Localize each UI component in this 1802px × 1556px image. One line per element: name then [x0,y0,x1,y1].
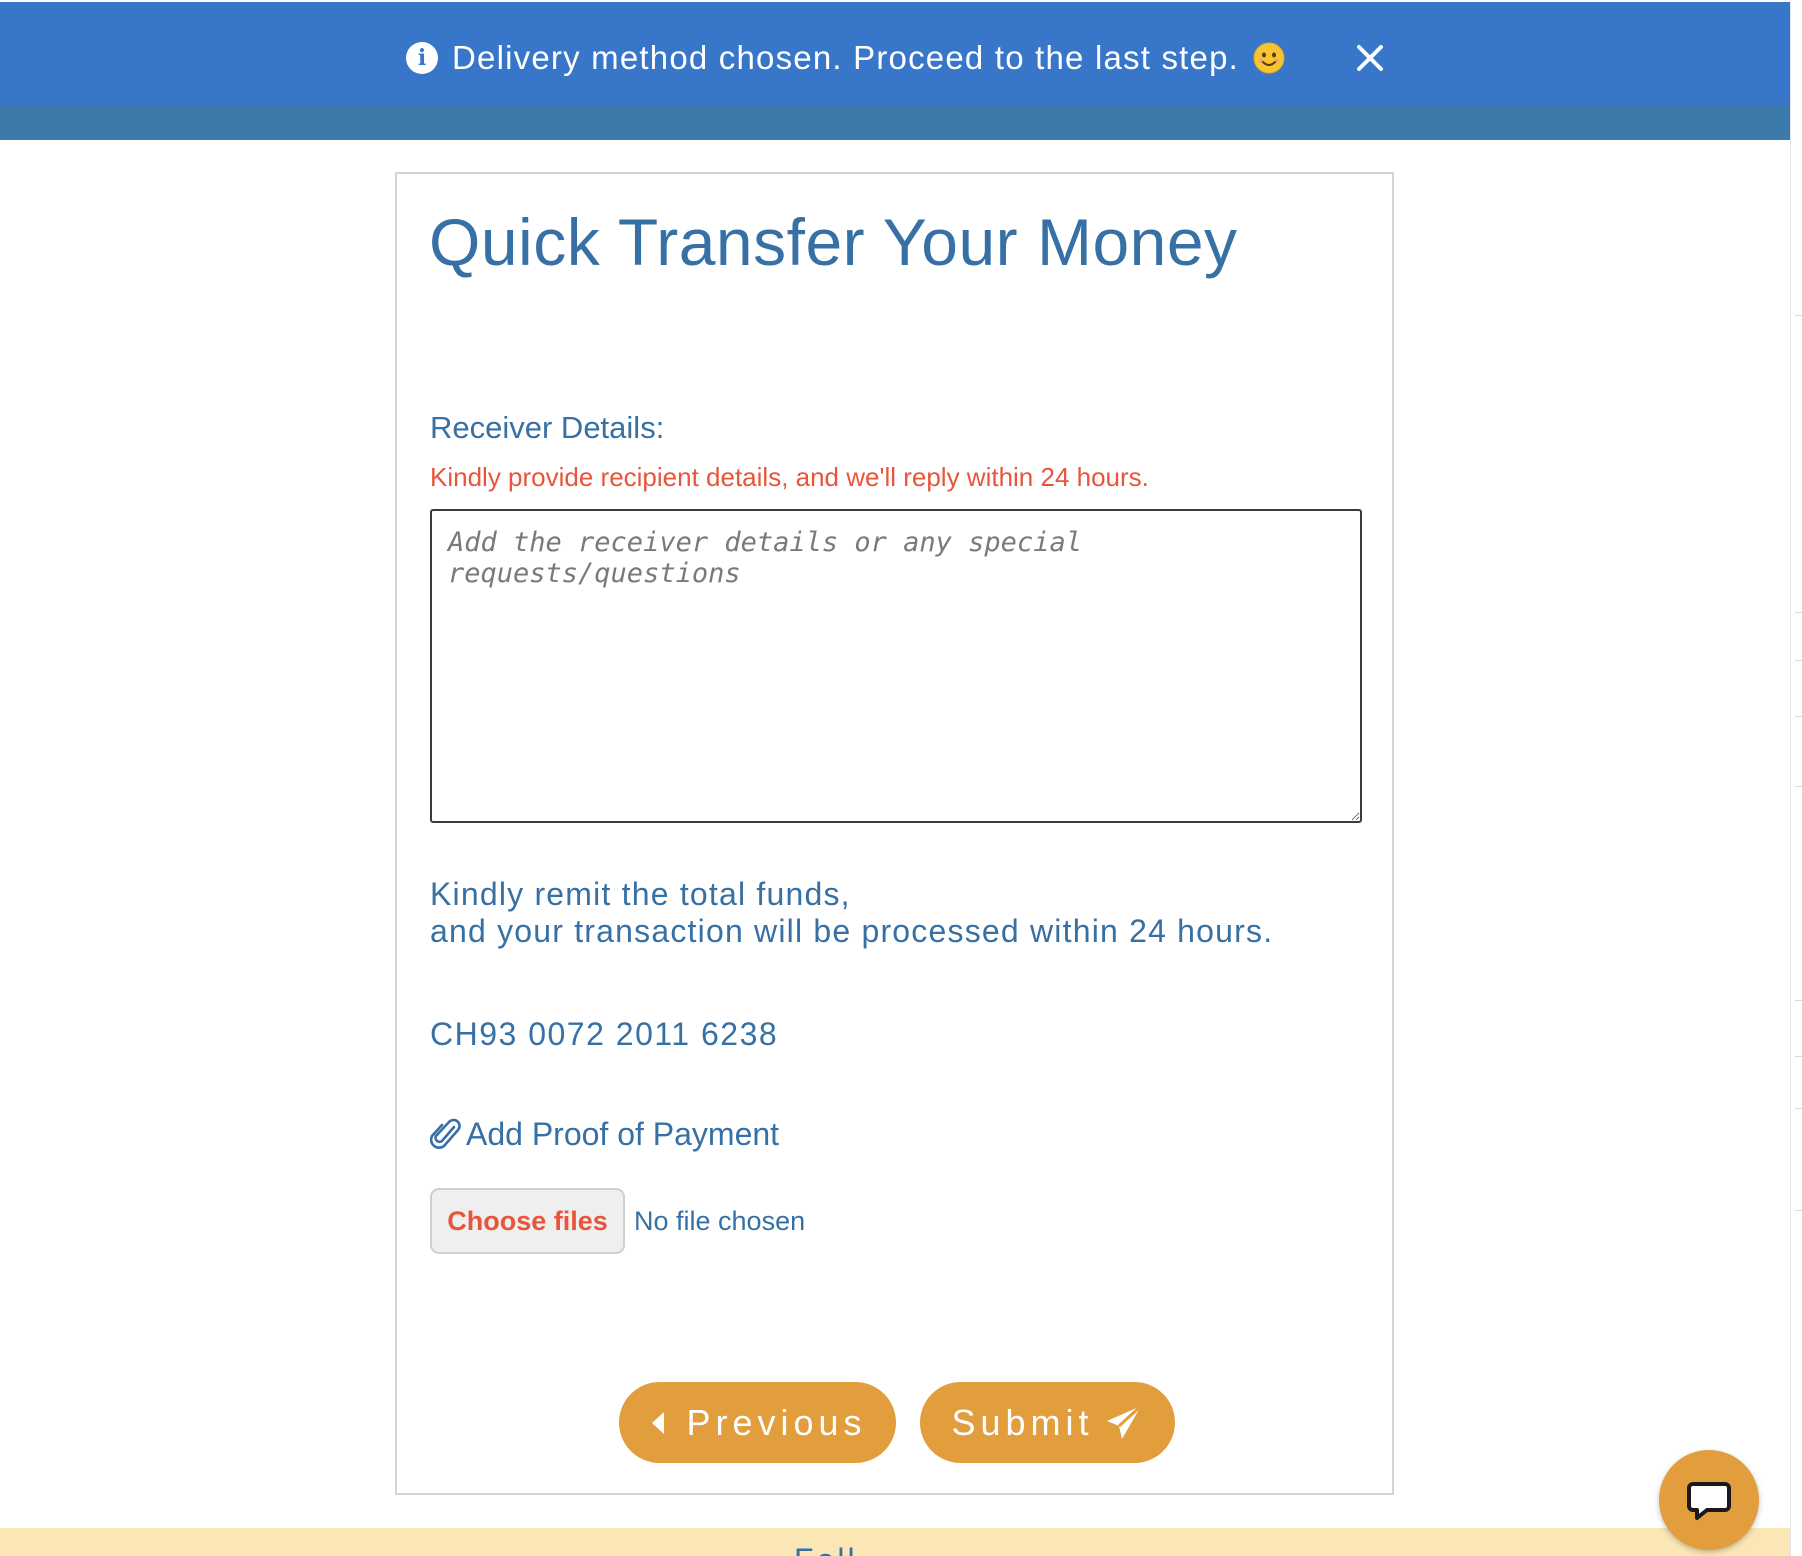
footer-heading: Foll [794,1542,858,1556]
close-icon[interactable] [1352,40,1388,76]
receiver-details-note: Kindly provide recipient details, and we… [430,462,1149,492]
proof-of-payment-label: Add Proof of Payment [430,1116,779,1153]
previous-button[interactable]: Previous [619,1382,896,1463]
notification-banner: i Delivery method chosen. Proceed to the… [0,2,1790,106]
footer-bar: Foll [0,1528,1790,1556]
receiver-details-input[interactable] [430,509,1362,823]
transfer-form-card: Quick Transfer Your Money Receiver Detai… [395,172,1394,1495]
submit-label: Submit [951,1401,1094,1443]
file-upload: Choose files No file chosen [430,1188,805,1254]
remit-line-1: Kindly remit the total funds, [430,876,851,912]
smiling-face-icon [1253,42,1285,74]
submit-button[interactable]: Submit [920,1382,1175,1463]
header-strip [0,106,1790,140]
info-circle-icon: i [406,42,438,74]
account-number: CH93 0072 2011 6238 [430,1016,779,1052]
previous-label: Previous [686,1401,867,1443]
remit-line-2: and your transaction will be processed w… [430,913,1274,949]
page-title: Quick Transfer Your Money [429,205,1238,279]
caret-left-icon [652,1411,665,1434]
chat-bubble-icon [1687,1482,1731,1520]
notification-message: Delivery method chosen. Proceed to the l… [452,39,1240,76]
paperclip-icon [430,1118,461,1149]
file-status-text: No file chosen [634,1205,806,1236]
right-scroll-edge [1790,0,1802,1556]
notification-content: i Delivery method chosen. Proceed to the… [406,32,1285,84]
receiver-details-label: Receiver Details: [430,410,665,445]
remit-instructions: Kindly remit the total funds, and your t… [430,876,1273,950]
paper-plane-icon [1106,1404,1142,1439]
choose-files-button[interactable]: Choose files [430,1188,625,1254]
proof-of-payment-text: Add Proof of Payment [466,1116,780,1152]
chat-button[interactable] [1659,1450,1759,1550]
